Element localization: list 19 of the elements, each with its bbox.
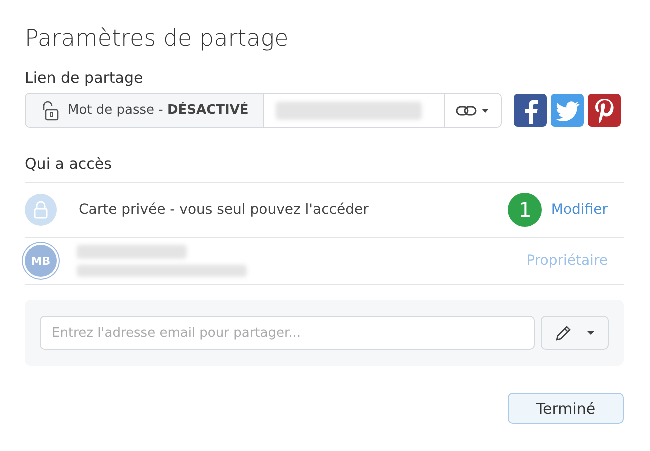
chain-link-icon: [456, 104, 490, 116]
done-button[interactable]: Terminé: [508, 393, 624, 424]
user-avatar: MB: [25, 245, 57, 277]
permission-dropdown[interactable]: [541, 316, 609, 350]
pencil-icon: [554, 325, 596, 341]
pinterest-icon: [594, 98, 616, 124]
facebook-button[interactable]: [514, 94, 547, 127]
bird-icon: [556, 100, 580, 120]
section-label: Lien de partage: [25, 68, 144, 88]
dialog-title: Paramètres de partage: [25, 25, 290, 54]
twitter-button[interactable]: [551, 94, 584, 127]
privacy-text: Carte privée - vous seul pouvez l'accéder: [79, 202, 370, 218]
role-label: Propriétaire: [526, 253, 608, 269]
section-label: Qui a accès: [25, 154, 113, 174]
password-button[interactable]: Mot de passe - DÉSACTIVÉ: [26, 94, 264, 127]
count-badge: 1: [508, 193, 542, 227]
email-input-field[interactable]: Entrez l'adresse email pour partager...: [40, 316, 535, 350]
padlock-avatar-icon: [25, 194, 57, 226]
pinterest-button[interactable]: [588, 94, 621, 127]
